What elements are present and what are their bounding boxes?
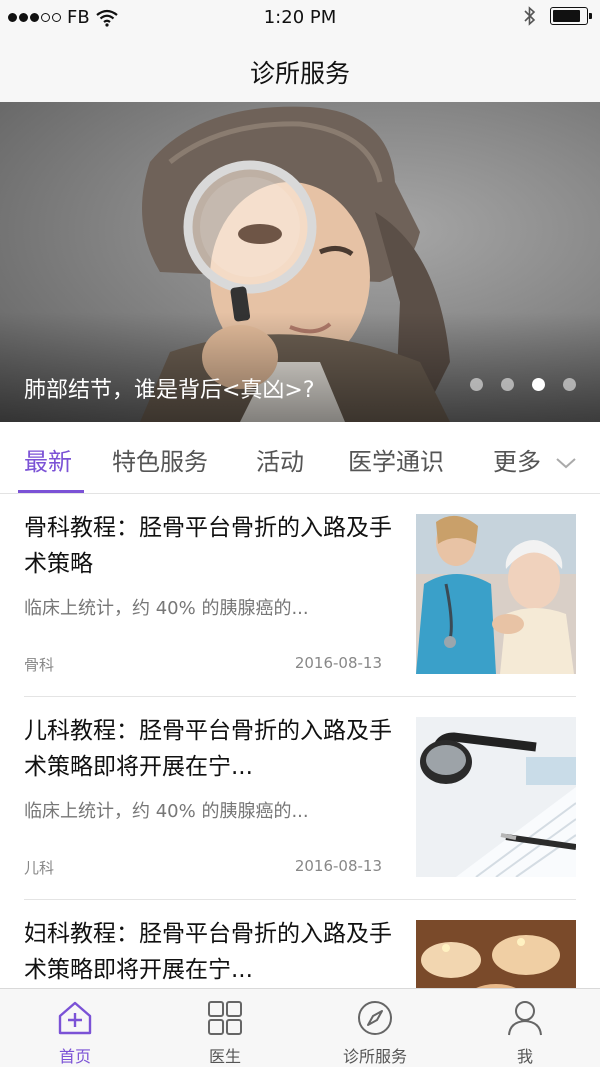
pager-dot-active[interactable] xyxy=(532,378,545,391)
status-right xyxy=(524,6,592,26)
tab-special-services[interactable]: 特色服务 xyxy=(112,442,208,477)
person-icon xyxy=(508,1001,542,1036)
tabbar-clinic-services[interactable]: 诊所服务 xyxy=(315,999,435,1067)
pager-dot[interactable] xyxy=(501,378,514,391)
article-category: 儿科 xyxy=(24,859,55,877)
bottom-tab-bar: 首页 医生 诊所服务 我 xyxy=(0,988,600,1067)
stethoscope-photo-icon xyxy=(416,717,576,877)
article-item[interactable]: 骨科教程：胫骨平台骨折的入路及手术策略 临床上统计，约 40% 的胰腺癌的...… xyxy=(0,494,600,697)
article-title: 骨科教程：胫骨平台骨折的入路及手术策略 xyxy=(24,515,392,577)
tabbar-label: 首页 xyxy=(58,1047,91,1066)
nurse-elderly-photo-icon xyxy=(416,514,576,674)
article-item[interactable]: 妇科教程：胫骨平台骨折的入路及手术策略即将开展在宁... xyxy=(0,900,600,988)
banner-pager[interactable] xyxy=(470,378,576,391)
tab-medical-knowledge[interactable]: 医学通识 xyxy=(348,442,444,477)
battery-level xyxy=(553,10,581,22)
chevron-down-icon xyxy=(555,458,576,469)
compass-icon xyxy=(358,1001,392,1035)
article-date: 2016-08-13 xyxy=(294,857,382,875)
tab-latest[interactable]: 最新 xyxy=(24,442,72,477)
banner-shade xyxy=(0,312,600,422)
banner-carousel[interactable]: 肺部结节，谁是背后<真凶>? xyxy=(0,102,600,422)
candles-photo-icon xyxy=(416,920,576,988)
nav-bar: 诊所服务 xyxy=(0,36,600,102)
category-tabs: 最新 特色服务 活动 医学通识 更多 xyxy=(0,422,600,494)
article-list: 骨科教程：胫骨平台骨折的入路及手术策略 临床上统计，约 40% 的胰腺癌的...… xyxy=(0,494,600,988)
pager-dot[interactable] xyxy=(470,378,483,391)
home-icon xyxy=(58,1001,92,1035)
grid-icon xyxy=(208,1001,242,1035)
pager-dot[interactable] xyxy=(563,378,576,391)
page-title: 诊所服务 xyxy=(249,59,350,88)
tab-more[interactable]: 更多 xyxy=(493,442,577,477)
tabbar-label: 医生 xyxy=(208,1047,241,1066)
status-bar: FB 1:20 PM xyxy=(0,0,600,36)
tab-active-indicator xyxy=(18,490,84,493)
tabbar-label: 诊所服务 xyxy=(342,1047,407,1066)
tabbar-doctor[interactable]: 医生 xyxy=(165,999,285,1067)
tabbar-label: 我 xyxy=(516,1047,533,1066)
tab-activities[interactable]: 活动 xyxy=(256,442,304,477)
article-summary: 临床上统计，约 40% 的胰腺癌的... xyxy=(24,801,309,822)
article-title: 儿科教程：胫骨平台骨折的入路及手术策略即将开展在宁... xyxy=(24,718,392,780)
banner-caption[interactable]: 肺部结节，谁是背后<真凶>? xyxy=(24,372,315,404)
tabbar-me[interactable]: 我 xyxy=(465,999,585,1067)
tab-more-label: 更多 xyxy=(493,448,541,476)
article-title: 妇科教程：胫骨平台骨折的入路及手术策略即将开展在宁... xyxy=(24,921,392,983)
battery-icon xyxy=(550,7,592,25)
bluetooth-icon xyxy=(524,6,536,26)
article-item[interactable]: 儿科教程：胫骨平台骨折的入路及手术策略即将开展在宁... 临床上统计，约 40%… xyxy=(0,697,600,900)
article-summary: 临床上统计，约 40% 的胰腺癌的... xyxy=(24,598,309,619)
article-category: 骨科 xyxy=(24,656,55,674)
status-time: 1:20 PM xyxy=(263,7,337,28)
tabbar-home[interactable]: 首页 xyxy=(15,999,135,1067)
article-date: 2016-08-13 xyxy=(294,654,382,672)
